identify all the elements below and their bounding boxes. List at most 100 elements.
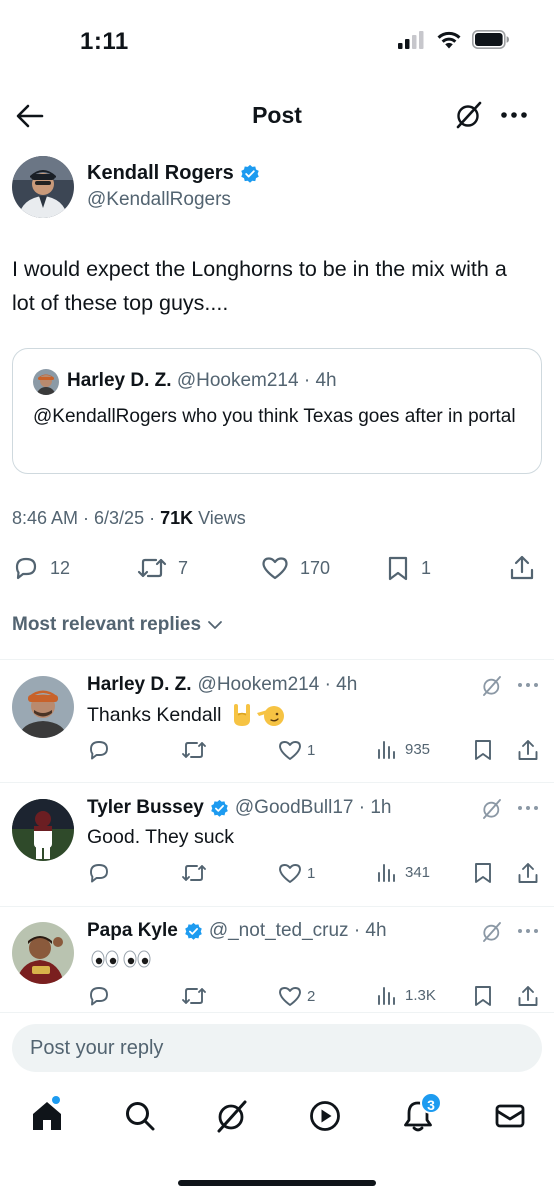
more-options-button[interactable] — [498, 100, 530, 130]
bookmark-button[interactable] — [472, 984, 494, 1008]
heart-icon — [277, 984, 303, 1008]
bookmark-icon — [385, 554, 411, 582]
compose-placeholder: Post your reply — [30, 1037, 164, 1059]
reply-item[interactable]: Tyler Bussey @GoodBull17 · 1h Good. They… — [0, 783, 554, 905]
views-chart-icon — [377, 861, 397, 883]
repost-button[interactable]: 7 — [136, 554, 188, 582]
nav-home[interactable] — [29, 1096, 65, 1134]
divider — [0, 1012, 554, 1013]
author-handle[interactable]: @KendallRogers — [87, 189, 231, 211]
repost-icon — [180, 861, 208, 885]
reply-actions: 1 935 — [0, 738, 554, 766]
views-button[interactable]: 1.3K — [377, 984, 436, 1006]
author-name[interactable]: Kendall Rogers — [87, 162, 234, 185]
post-header: Post — [0, 88, 554, 144]
like-count: 170 — [300, 557, 331, 578]
share-button[interactable] — [508, 554, 536, 582]
avatar[interactable] — [12, 922, 74, 984]
reply-button[interactable] — [87, 738, 111, 762]
avatar[interactable] — [12, 799, 74, 861]
battery-icon — [472, 30, 510, 49]
views-button[interactable]: 341 — [377, 861, 430, 883]
grok-icon — [481, 921, 503, 943]
grok-icon — [481, 675, 503, 697]
post-datetime: 8:46 AM · 6/3/25 · — [12, 508, 161, 528]
post-text: I would expect the Longhorns to be in th… — [12, 257, 507, 315]
reply-actions: 2 1.3K — [0, 984, 554, 1012]
author-name-row[interactable]: Kendall Rogers — [87, 162, 260, 185]
bookmark-count: 1 — [421, 557, 432, 578]
share-button[interactable] — [516, 861, 540, 885]
reply-compose-input[interactable]: Post your reply — [12, 1024, 542, 1072]
reply-text-row — [87, 949, 151, 969]
nav-video[interactable] — [307, 1098, 343, 1134]
quoted-post[interactable]: Harley D. Z. @Hookem214 · 4h @KendallRog… — [12, 348, 542, 474]
reply-header: Tyler Bussey @GoodBull17 · 1h — [87, 797, 392, 819]
share-button[interactable] — [516, 738, 540, 762]
reply-author-handle[interactable]: @_not_ted_cruz · 4h — [209, 920, 387, 942]
like-count: 1 — [307, 864, 316, 882]
reply-author-name[interactable]: Harley D. Z. — [87, 674, 192, 696]
home-icon — [29, 1098, 65, 1134]
reply-button[interactable]: 12 — [12, 554, 70, 582]
nav-notifications[interactable]: 3 — [400, 1092, 442, 1134]
avatar[interactable] — [12, 676, 74, 738]
reply-icon — [12, 554, 40, 582]
reply-author-handle[interactable]: @GoodBull17 · 1h — [235, 797, 392, 819]
share-icon — [516, 861, 540, 885]
nav-messages[interactable] — [492, 1098, 528, 1134]
like-button[interactable]: 2 — [277, 984, 315, 1008]
avatar[interactable] — [12, 156, 74, 218]
bookmark-button[interactable]: 1 — [385, 554, 431, 582]
more-options-button[interactable] — [516, 920, 540, 942]
nav-search[interactable] — [122, 1098, 158, 1134]
more-options-button[interactable] — [516, 797, 540, 819]
reply-item[interactable]: Papa Kyle @_not_ted_cruz · 4h 2 1.3K — [0, 906, 554, 1028]
reply-icon — [87, 738, 111, 762]
reply-text: Good. They suck — [87, 826, 235, 848]
reply-author-name[interactable]: Papa Kyle — [87, 920, 178, 942]
repost-button[interactable] — [180, 861, 208, 885]
wifi-icon — [436, 30, 462, 49]
eyes-emoji — [91, 949, 119, 969]
repost-button[interactable] — [180, 738, 208, 762]
bookmark-icon — [472, 861, 494, 885]
like-button[interactable]: 1 — [277, 738, 315, 762]
reply-author-name[interactable]: Tyler Bussey — [87, 797, 204, 819]
verified-badge-icon — [240, 164, 260, 184]
like-button[interactable]: 170 — [260, 554, 330, 582]
more-icon — [516, 674, 540, 696]
replies-sort-label: Most relevant replies — [12, 614, 202, 635]
share-icon — [516, 984, 540, 1008]
share-button[interactable] — [516, 984, 540, 1008]
reply-author-handle[interactable]: @Hookem214 · 4h — [198, 674, 358, 696]
reply-icon — [87, 861, 111, 885]
grok-icon — [214, 1098, 250, 1134]
repost-button[interactable] — [180, 984, 208, 1008]
reply-text-row: Good. They suck — [87, 826, 234, 849]
nav-grok[interactable] — [214, 1098, 250, 1134]
reply-button[interactable] — [87, 984, 111, 1008]
like-button[interactable]: 1 — [277, 861, 315, 885]
replies-sort-toggle[interactable]: Most relevant replies — [12, 614, 223, 636]
saluting-face-emoji — [257, 703, 285, 727]
grok-button[interactable] — [481, 675, 503, 697]
reply-actions: 1 341 — [0, 861, 554, 889]
reply-button[interactable] — [87, 861, 111, 885]
more-icon — [516, 920, 540, 942]
views-button[interactable]: 935 — [377, 738, 430, 760]
more-icon — [498, 100, 530, 130]
views-count: 1.3K — [405, 986, 436, 1004]
reply-item[interactable]: Harley D. Z. @Hookem214 · 4h Thanks Kend… — [0, 660, 554, 782]
bookmark-icon — [472, 984, 494, 1008]
bookmark-button[interactable] — [472, 861, 494, 885]
bookmark-button[interactable] — [472, 738, 494, 762]
home-indicator — [178, 1180, 376, 1186]
grok-button[interactable] — [454, 100, 484, 130]
grok-button[interactable] — [481, 921, 503, 943]
grok-button[interactable] — [481, 798, 503, 820]
video-icon — [307, 1098, 343, 1134]
repost-icon — [180, 738, 208, 762]
more-options-button[interactable] — [516, 674, 540, 696]
more-icon — [516, 797, 540, 819]
